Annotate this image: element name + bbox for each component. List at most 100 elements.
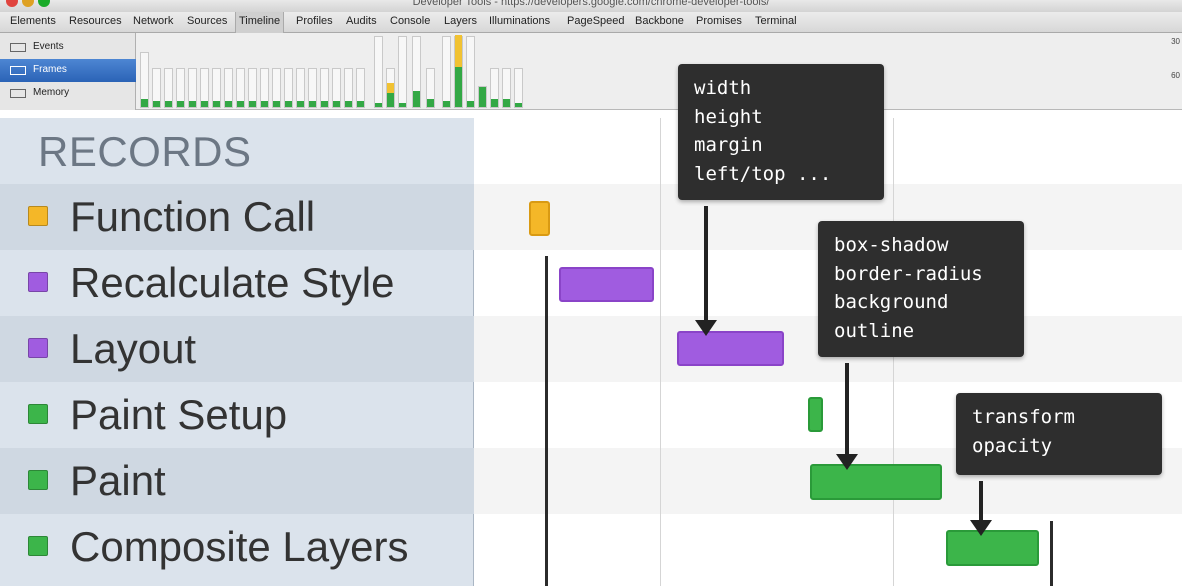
records-header: RECORDS (0, 118, 474, 184)
frame-scale-60: 60 (1171, 71, 1180, 80)
function-call-block[interactable] (529, 201, 550, 236)
overview-mode-frames[interactable]: Frames (0, 59, 136, 82)
frame-bar (284, 68, 293, 108)
tab-sources[interactable]: Sources (187, 15, 227, 27)
tab-timeline[interactable]: Timeline (235, 12, 285, 33)
frame-bar (164, 68, 173, 108)
record-label: Composite Layers (70, 523, 409, 570)
recalculate-style-swatch-icon (28, 272, 48, 292)
record-label: Paint Setup (70, 391, 288, 438)
record-label: Paint (70, 457, 166, 504)
paint-properties-callout: box-shadow border-radius background outl… (818, 221, 1024, 357)
callout-line: background (834, 291, 949, 313)
frame-bar (200, 68, 209, 108)
composite-arrow-shaft (979, 481, 983, 524)
record-row-composite-layers[interactable]: Composite Layers (0, 514, 474, 580)
records-panel: RECORDS Function Call Recalculate Style … (0, 118, 474, 586)
paint-setup-swatch-icon (28, 404, 48, 424)
frame-start-marker (545, 256, 548, 586)
tab-resources[interactable]: Resources (69, 15, 122, 27)
devtools-tab-bar: Elements Resources Network Sources Timel… (0, 12, 1182, 33)
frame-bar (188, 68, 197, 108)
frame-bar (332, 68, 341, 108)
callout-line: left/top ... (694, 162, 832, 185)
composite-arrow-head-icon (970, 520, 992, 536)
overview-mode-label: Events (33, 41, 64, 52)
memory-icon (10, 89, 26, 98)
layout-block[interactable] (677, 331, 784, 366)
tab-network[interactable]: Network (133, 15, 173, 27)
callout-line: margin (694, 134, 763, 156)
timeline-flame-area[interactable]: width height margin left/top ... box-sha… (474, 64, 1182, 586)
tab-backbone[interactable]: Backbone (635, 15, 684, 27)
record-row-recalculate-style[interactable]: Recalculate Style (0, 250, 474, 316)
records-title: RECORDS (38, 128, 252, 175)
overview-mode-label: Frames (33, 64, 67, 75)
frame-bar (412, 36, 421, 108)
frame-bar (236, 68, 245, 108)
paint-block[interactable] (810, 464, 942, 500)
frame-bar (260, 68, 269, 108)
timeline-overview: Events Frames Memory 30 60 (0, 33, 1182, 110)
overview-mode-list: Events Frames Memory (0, 33, 136, 110)
record-label: Layout (70, 325, 197, 372)
timeline-grid-line (660, 118, 661, 586)
paint-arrow-shaft (845, 363, 849, 458)
callout-line: height (694, 105, 763, 128)
layout-arrow-shaft (704, 206, 708, 324)
frame-bar (320, 68, 329, 108)
frame-bar (514, 68, 523, 108)
overview-mode-events[interactable]: Events (0, 36, 136, 59)
frame-bar (442, 36, 451, 108)
record-label: Recalculate Style (70, 259, 395, 306)
tab-layers[interactable]: Layers (444, 15, 477, 27)
window-title-bar: Developer Tools - https://developers.goo… (0, 0, 1182, 12)
tab-elements[interactable]: Elements (10, 15, 56, 27)
window-title: Developer Tools - https://developers.goo… (412, 0, 770, 8)
frame-bar (386, 68, 395, 108)
frame-bar (140, 52, 149, 108)
composite-properties-callout: transform opacity (956, 393, 1162, 475)
frame-bar (248, 68, 257, 108)
tab-console[interactable]: Console (390, 15, 430, 27)
function-call-swatch-icon (28, 206, 48, 226)
composite-layers-swatch-icon (28, 536, 48, 556)
frame-bar (356, 68, 365, 108)
frame-bar (454, 35, 463, 108)
record-row-function-call[interactable]: Function Call (0, 184, 474, 250)
tab-promises[interactable]: Promises (696, 15, 742, 27)
record-row-paint-setup[interactable]: Paint Setup (0, 382, 474, 448)
overview-mode-memory[interactable]: Memory (0, 82, 136, 105)
frame-end-marker (1050, 521, 1053, 586)
record-row-layout[interactable]: Layout (0, 316, 474, 382)
composite-layers-block[interactable] (946, 530, 1039, 566)
layout-properties-callout: width height margin left/top ... (678, 64, 884, 200)
callout-line: width (694, 77, 752, 99)
paint-swatch-icon (28, 470, 48, 490)
frame-bar (296, 68, 305, 108)
record-row-paint[interactable]: Paint (0, 448, 474, 514)
frame-bar (308, 68, 317, 108)
tab-illuminations[interactable]: Illuminations (489, 15, 550, 27)
frames-icon (10, 66, 26, 75)
tab-pagespeed[interactable]: PageSpeed (567, 15, 625, 27)
frame-bar (176, 68, 185, 108)
frame-scale-30: 30 (1171, 37, 1180, 46)
frame-bar (478, 86, 487, 108)
tab-terminal[interactable]: Terminal (755, 15, 797, 27)
frame-bar (272, 68, 281, 108)
frame-bar (224, 68, 233, 108)
frame-bar (212, 68, 221, 108)
events-icon (10, 43, 26, 52)
tab-audits[interactable]: Audits (346, 15, 377, 27)
layout-arrow-head-icon (695, 320, 717, 336)
frame-bar (426, 68, 435, 108)
timeline-row (474, 514, 1182, 580)
callout-line: outline (834, 319, 915, 342)
recalculate-style-block[interactable] (559, 267, 654, 302)
frame-bar (466, 36, 475, 108)
frames-overview-chart[interactable]: 30 60 (136, 33, 1182, 110)
callout-line: opacity (972, 434, 1053, 457)
paint-setup-block[interactable] (808, 397, 823, 432)
tab-profiles[interactable]: Profiles (296, 15, 333, 27)
